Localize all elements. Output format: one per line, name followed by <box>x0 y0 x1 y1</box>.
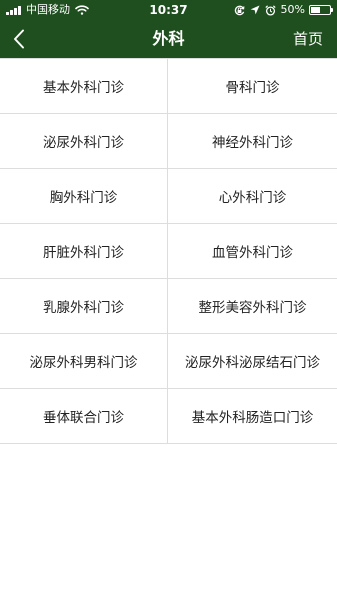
clinic-item[interactable]: 基本外科门诊 <box>0 59 168 114</box>
battery-level-fill <box>311 7 320 13</box>
clinic-item[interactable]: 胸外科门诊 <box>0 169 168 224</box>
clinic-item[interactable]: 泌尿外科男科门诊 <box>0 334 168 389</box>
clinic-item[interactable]: 神经外科门诊 <box>168 114 337 169</box>
battery-percent: 50% <box>280 3 305 16</box>
screen-lock-icon <box>234 5 244 15</box>
location-icon <box>250 5 260 15</box>
clinic-item[interactable]: 乳腺外科门诊 <box>0 279 168 334</box>
nav-bar: 外科 首页 <box>0 20 337 58</box>
clinic-item[interactable]: 泌尿外科泌尿结石门诊 <box>168 334 337 389</box>
page-title: 外科 <box>152 29 185 48</box>
clinic-item[interactable]: 泌尿外科门诊 <box>0 114 168 169</box>
clinic-item[interactable]: 骨科门诊 <box>168 59 337 114</box>
clinic-item[interactable]: 整形美容外科门诊 <box>168 279 337 334</box>
header: 中国移动 10:37 50% 外科 首页 <box>0 0 337 58</box>
clinic-item[interactable]: 心外科门诊 <box>168 169 337 224</box>
home-button[interactable]: 首页 <box>293 20 323 58</box>
alarm-icon <box>264 4 276 16</box>
status-right: 50% <box>234 0 333 20</box>
clinic-item[interactable]: 基本外科肠造口门诊 <box>168 389 337 444</box>
clinic-item[interactable]: 血管外科门诊 <box>168 224 337 279</box>
battery-icon <box>309 5 333 15</box>
clinic-item[interactable]: 肝脏外科门诊 <box>0 224 168 279</box>
clinic-grid: 基本外科门诊 骨科门诊 泌尿外科门诊 神经外科门诊 胸外科门诊 心外科门诊 肝脏外科门诊 血管… <box>0 58 337 444</box>
clinic-item[interactable]: 垂体联合门诊 <box>0 389 168 444</box>
status-bar: 中国移动 10:37 50% <box>0 0 337 20</box>
